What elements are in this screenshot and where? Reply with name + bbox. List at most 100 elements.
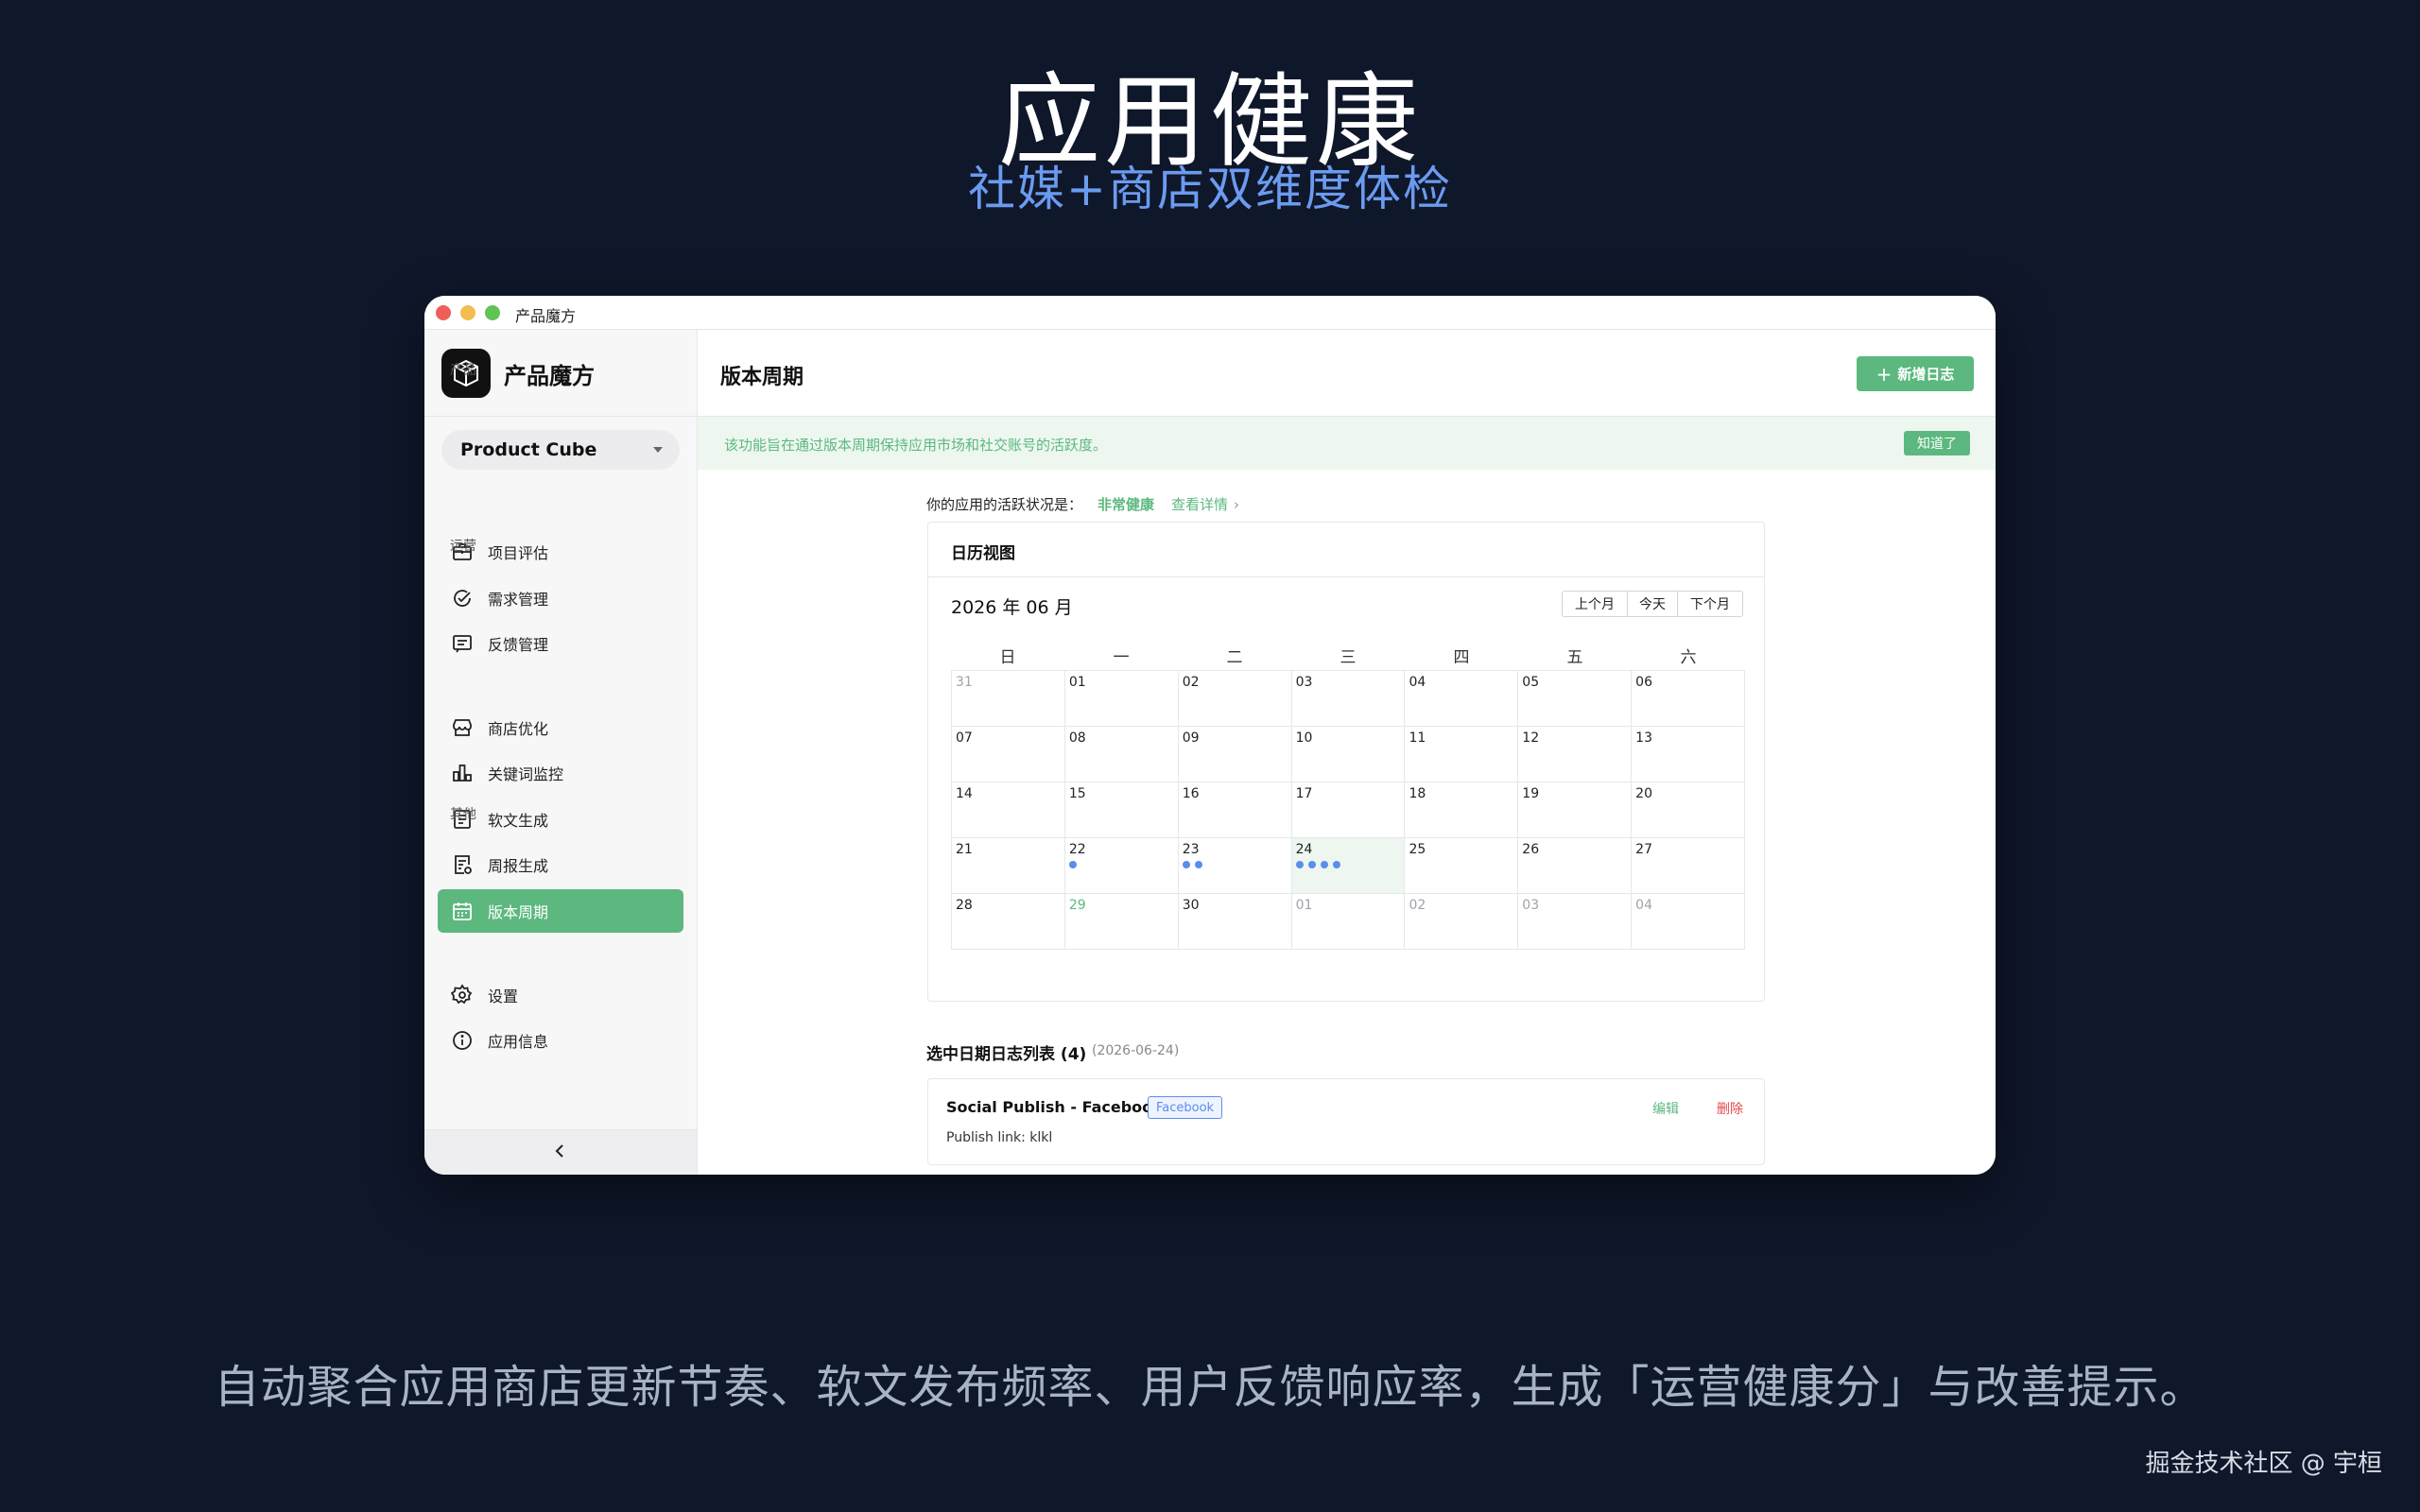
calendar-day-number: 12 xyxy=(1522,730,1540,746)
weekday-header: 日一二三四五六 xyxy=(951,644,1745,670)
calendar-week: 07 08 09 10 11 12 13 xyxy=(952,727,1746,782)
calendar-day-number: 31 xyxy=(956,675,973,690)
sidebar-item-label: 软文生成 xyxy=(488,812,549,830)
calendar-day[interactable]: 19 xyxy=(1518,782,1633,838)
calendar-day-number: 24 xyxy=(1295,842,1313,857)
page-title: 版本周期 xyxy=(720,366,804,389)
sidebar-item-version-cycle[interactable]: 版本周期 xyxy=(438,889,683,933)
sidebar-item-app-info[interactable]: 应用信息 xyxy=(438,1019,683,1062)
brand-name: 产品魔方 xyxy=(504,362,595,389)
view-details-link[interactable]: 查看详情 › xyxy=(1171,494,1239,514)
calendar-day[interactable]: 01 xyxy=(1064,671,1179,727)
calendar-day[interactable]: 27 xyxy=(1632,838,1746,894)
calendar-day[interactable]: 28 xyxy=(952,894,1065,950)
calendar-day[interactable]: 10 xyxy=(1291,727,1406,782)
calendar-day-number: 09 xyxy=(1182,730,1200,746)
app-select-value: Product Cube xyxy=(460,439,597,460)
weekday-label: 二 xyxy=(1226,648,1243,667)
sidebar-item-label: 商店优化 xyxy=(488,720,549,738)
calendar-day[interactable]: 05 xyxy=(1518,671,1633,727)
close-window-button[interactable] xyxy=(436,305,451,320)
add-log-label: 新增日志 xyxy=(1897,366,1955,383)
calendar-day-number: 21 xyxy=(956,842,973,857)
today-button[interactable]: 今天 xyxy=(1627,591,1678,617)
calendar-day[interactable]: 17 xyxy=(1291,782,1406,838)
calendar-day[interactable]: 16 xyxy=(1178,782,1292,838)
calendar-day-number: 08 xyxy=(1068,730,1086,746)
calendar-day[interactable]: 11 xyxy=(1405,727,1519,782)
calendar-day[interactable]: 15 xyxy=(1064,782,1179,838)
sidebar-item-settings[interactable]: 设置 xyxy=(438,973,683,1017)
calendar-day[interactable]: 21 xyxy=(952,838,1065,894)
calendar-day[interactable]: 26 xyxy=(1518,838,1633,894)
notice-dismiss-button[interactable]: 知道了 xyxy=(1904,431,1970,455)
next-month-button[interactable]: 下个月 xyxy=(1677,591,1743,617)
calendar-icon xyxy=(450,899,475,923)
sidebar-item-label: 需求管理 xyxy=(488,591,549,609)
minimize-window-button[interactable] xyxy=(460,305,475,320)
calendar-day[interactable]: 04 xyxy=(1632,894,1746,950)
weekday-label: 四 xyxy=(1453,648,1470,667)
calendar-day[interactable]: 25 xyxy=(1405,838,1519,894)
calendar-day[interactable]: 06 xyxy=(1632,671,1746,727)
chevron-right-icon: › xyxy=(1234,496,1240,513)
calendar-day[interactable]: 24 xyxy=(1291,838,1406,894)
calendar-day-number: 15 xyxy=(1068,786,1086,801)
zoom-window-button[interactable] xyxy=(485,305,500,320)
delete-log-button[interactable]: 删除 xyxy=(1717,1099,1743,1118)
event-dot xyxy=(1182,861,1190,868)
window-title: 产品魔方 xyxy=(515,307,577,325)
calendar-day[interactable]: 07 xyxy=(952,727,1065,782)
check-circle-icon xyxy=(450,586,475,610)
group-label-product: 产品 xyxy=(450,363,476,378)
sidebar-item-label: 项目评估 xyxy=(488,544,549,562)
calendar-day[interactable]: 02 xyxy=(1405,894,1519,950)
sidebar-item-keyword-monitor[interactable]: 关键词监控 xyxy=(438,751,683,795)
collapse-sidebar-button[interactable] xyxy=(424,1129,697,1175)
event-dots xyxy=(1068,861,1081,868)
calendar-day-number: 02 xyxy=(1409,898,1426,913)
calendar-day[interactable]: 14 xyxy=(952,782,1065,838)
calendar-day[interactable]: 13 xyxy=(1632,727,1746,782)
event-dots xyxy=(1295,861,1345,868)
calendar-day[interactable]: 03 xyxy=(1291,671,1406,727)
calendar-day[interactable]: 23 xyxy=(1178,838,1292,894)
report-icon xyxy=(450,852,475,877)
sidebar-item-requirements[interactable]: 需求管理 xyxy=(438,576,683,620)
event-dot xyxy=(1332,861,1340,868)
sidebar-item-store-optimization[interactable]: 商店优化 xyxy=(438,706,683,749)
add-log-button[interactable]: + 新增日志 xyxy=(1857,356,1974,391)
calendar-day[interactable]: 20 xyxy=(1632,782,1746,838)
calendar-day[interactable]: 01 xyxy=(1291,894,1406,950)
calendar-day-number: 27 xyxy=(1635,842,1652,857)
app-select[interactable]: Product Cube xyxy=(441,430,680,470)
sidebar-item-weekly-report[interactable]: 周报生成 xyxy=(438,843,683,886)
calendar-day[interactable]: 04 xyxy=(1405,671,1519,727)
prev-month-button[interactable]: 上个月 xyxy=(1562,591,1628,617)
sidebar-item-label: 周报生成 xyxy=(488,857,549,875)
calendar-day-number: 26 xyxy=(1522,842,1540,857)
calendar-day[interactable]: 09 xyxy=(1178,727,1292,782)
sidebar: 产品魔方 Product Cube 产品 项目评估 需求管理 反馈管理 运营 商… xyxy=(424,330,698,1175)
calendar-day-number: 11 xyxy=(1409,730,1426,746)
chevron-left-icon xyxy=(552,1143,569,1163)
sidebar-item-label: 应用信息 xyxy=(488,1033,549,1051)
calendar-day[interactable]: 18 xyxy=(1405,782,1519,838)
calendar-weeks: 31 01 02 03 04 05 06 07 08 09 10 11 12 13 14 15 16 17 18 19… xyxy=(951,670,1746,950)
calendar-day[interactable]: 30 xyxy=(1178,894,1292,950)
calendar-day[interactable]: 29 xyxy=(1064,894,1179,950)
calendar-day[interactable]: 02 xyxy=(1178,671,1292,727)
calendar-day-number: 18 xyxy=(1409,786,1426,801)
calendar-day-number: 23 xyxy=(1182,842,1200,857)
calendar-day-number: 06 xyxy=(1635,675,1652,690)
calendar-day[interactable]: 03 xyxy=(1518,894,1633,950)
calendar-day[interactable]: 08 xyxy=(1064,727,1179,782)
event-dot xyxy=(1068,861,1077,868)
calendar-day[interactable]: 12 xyxy=(1518,727,1633,782)
sidebar-item-feedback[interactable]: 反馈管理 xyxy=(438,622,683,665)
group-label-operations: 运营 xyxy=(450,539,476,554)
edit-log-button[interactable]: 编辑 xyxy=(1652,1099,1679,1118)
titlebar: 产品魔方 xyxy=(424,296,1996,330)
calendar-day[interactable]: 22 xyxy=(1064,838,1179,894)
calendar-day[interactable]: 31 xyxy=(952,671,1065,727)
